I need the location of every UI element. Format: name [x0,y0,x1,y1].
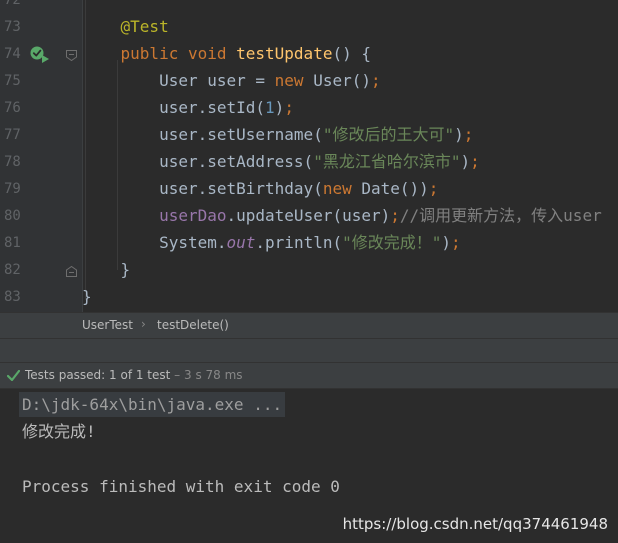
test-status-bar: Tests passed: 1 of 1 test – 3 s 78 ms [0,362,618,389]
code-text[interactable]: user.setUsername("修改后的王大可"); [82,125,473,145]
code-text[interactable]: public void testUpdate() { [82,44,371,64]
code-token: ) [454,125,464,144]
code-text[interactable]: user.setAddress("黑龙江省哈尔滨市"); [82,152,480,172]
code-token: //调用更新方法，传入user [399,206,602,225]
status-label: Tests passed: [25,368,110,382]
fold-start-icon[interactable] [65,49,78,62]
code-token: .println( [255,233,343,252]
fold-end-icon[interactable] [65,265,78,278]
code-token: User() [313,71,371,90]
code-token: Date()) [361,179,429,198]
line-number: 78 [4,154,21,170]
line-number: 72 [4,0,21,8]
code-token: ; [470,152,480,171]
check-icon [7,370,20,381]
code-token: testUpdate [236,44,333,63]
code-text[interactable]: } [82,287,92,307]
console-output-line: 修改完成! [22,422,96,441]
breadcrumb: UserTest › testDelete() [0,312,618,338]
code-token: () { [332,44,371,63]
code-editor[interactable]: 72 73 @Test 74 public void testUpdate() {7… [0,0,618,312]
code-line[interactable]: 77 user.setUsername("修改后的王大可"); [0,122,618,149]
code-line[interactable]: 74 public void testUpdate() { [0,41,618,68]
code-token: 1 [265,98,275,117]
line-number: 82 [4,262,21,278]
code-token: ) [460,152,471,171]
test-status-text: Tests passed: 1 of 1 test – 3 s 78 ms [25,368,243,382]
code-token: ; [428,179,439,198]
code-token: ; [463,125,474,144]
line-number: 77 [4,127,21,143]
code-token: "修改完成！" [342,233,442,252]
code-line[interactable]: 82 } [0,257,618,284]
run-test-passed-icon[interactable] [29,45,51,65]
code-token: user.setUsername( [82,125,323,144]
code-token: @Test [82,17,169,36]
code-token: User user = [82,71,275,90]
code-text[interactable]: user.setId(1); [82,98,294,118]
code-token: ; [390,206,400,225]
code-line[interactable]: 79 user.setBirthday(new Date()); [0,176,618,203]
code-token: } [82,287,92,306]
console-command[interactable]: D:\jdk-64x\bin\java.exe ... [22,395,282,414]
status-time: – 3 s 78 ms [170,368,243,382]
code-token: ) [274,98,285,117]
breadcrumb-separator: › [141,317,146,331]
line-number: 79 [4,181,21,197]
code-token: new [274,71,314,90]
code-token: ; [284,98,294,117]
code-line[interactable]: 80 userDao.updateUser(user);//调用更新方法，传入u… [0,203,618,230]
line-number: 74 [4,46,21,62]
code-token: user.setId( [82,98,266,117]
code-line[interactable]: 76 user.setId(1); [0,95,618,122]
breadcrumb-class[interactable]: UserTest [82,318,133,332]
breadcrumb-method[interactable]: testDelete() [157,318,229,332]
code-token: ; [451,233,461,252]
code-token: userDao [159,206,227,225]
code-text[interactable]: userDao.updateUser(user);//调用更新方法，传入user [82,206,602,226]
watermark: https://blog.csdn.net/qq374461948 [342,515,608,533]
line-number: 75 [4,73,21,89]
code-text[interactable]: } [82,260,131,280]
status-count: 1 of 1 test [109,368,171,382]
code-token: System. [82,233,227,252]
line-number: 73 [4,19,21,35]
code-token: ; [370,71,381,90]
code-line[interactable]: 83} [0,284,618,311]
code-text[interactable]: User user = new User(); [82,71,381,91]
code-line[interactable]: 73 @Test [0,14,618,41]
console-output-line: Process finished with exit code 0 [22,477,340,496]
code-text[interactable]: @Test [82,17,169,37]
line-number: 76 [4,100,21,116]
code-token: public void [82,44,237,63]
code-token: ) [441,233,452,252]
code-token: out [226,233,256,252]
code-text[interactable]: user.setBirthday(new Date()); [82,179,438,199]
code-token: user.setAddress( [82,152,314,171]
line-number: 80 [4,208,21,224]
code-line[interactable]: 81 System.out.println("修改完成！"); [0,230,618,257]
code-token: user.setBirthday( [82,179,323,198]
console-command-line[interactable]: D:\jdk-64x\bin\java.exe ... [19,392,286,417]
code-token: .updateUser(user) [226,206,391,225]
line-number: 81 [4,235,21,251]
code-token: } [82,260,131,279]
line-number: 83 [4,289,21,305]
code-token: new [322,179,362,198]
code-token: "黑龙江省哈尔滨市" [313,152,461,171]
run-panel-header [0,338,618,362]
code-line[interactable]: 75 User user = new User(); [0,68,618,95]
code-line[interactable]: 72 [0,0,618,14]
code-token: "修改后的王大可" [322,125,455,144]
console-output[interactable]: D:\jdk-64x\bin\java.exe ... 修改完成! Proces… [0,389,618,543]
code-line[interactable]: 78 user.setAddress("黑龙江省哈尔滨市"); [0,149,618,176]
code-text[interactable]: System.out.println("修改完成！"); [82,233,461,253]
